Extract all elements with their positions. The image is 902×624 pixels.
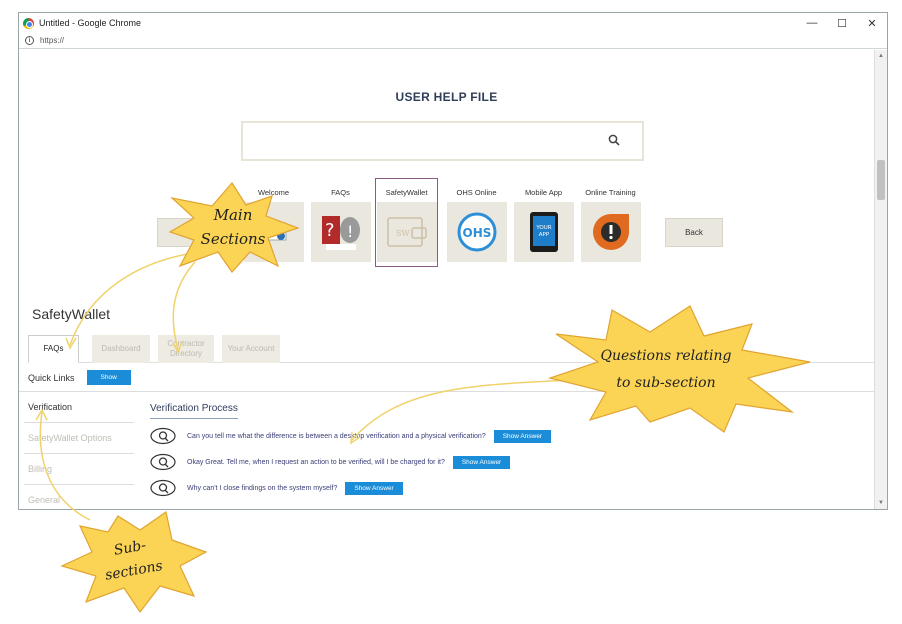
tab-faqs[interactable]: FAQs (28, 335, 79, 363)
sidebar-item-verification[interactable]: Verification (24, 392, 134, 423)
title-bar: Untitled - Google Chrome — ☐ ✕ (19, 13, 887, 33)
sidebar-item-billing[interactable]: Billing (24, 454, 134, 485)
question-bubble-icon (150, 479, 176, 497)
sidebar-item-general[interactable]: General (24, 485, 134, 509)
svg-text:YOUR: YOUR (535, 225, 551, 231)
quick-links-label: Quick Links (28, 372, 75, 383)
page-content: USER HELP FILE Back Welcome FAQs ? ! Saf… (19, 50, 874, 509)
show-answer-button[interactable]: Show Answer (452, 455, 511, 469)
nav-item-ohs-online[interactable]: OHS Online OHS (445, 184, 508, 262)
callout-text: to sub-section (616, 374, 716, 391)
svg-text:APP: APP (538, 232, 549, 238)
faq-question-text: Why can't I close findings on the system… (187, 484, 338, 492)
maximize-button[interactable]: ☐ (827, 17, 857, 30)
nav-item-label: Welcome (257, 188, 290, 197)
faq-heads-icon: ? ! (310, 202, 371, 262)
quick-links: Quick Links Show (28, 370, 131, 385)
nav-item-safetywallet[interactable]: SafetyWallet SW (375, 178, 438, 267)
tab-dashboard[interactable]: Dashboard (92, 335, 150, 363)
section-tabs: FAQs Dashboard Contractor Directory Your… (28, 335, 874, 363)
page-title: USER HELP FILE (395, 90, 498, 104)
back-button-right[interactable]: Back (665, 218, 723, 247)
callout-label-sub-sections: Sub- sections (89, 533, 175, 586)
screenshot-stage: Untitled - Google Chrome — ☐ ✕ i https:/… (0, 0, 902, 624)
svg-text:SW: SW (396, 229, 410, 238)
tab-your-account[interactable]: Your Account (222, 335, 280, 363)
window-controls: — ☐ ✕ (797, 17, 887, 30)
callout-text: Main (213, 206, 253, 224)
scroll-down-icon[interactable]: ▼ (875, 497, 887, 509)
scroll-thumb[interactable] (877, 160, 885, 200)
nav-item-label: Mobile App (524, 188, 563, 197)
mobile-app-icon: YOUR APP (513, 202, 574, 262)
question-bubble-icon (150, 453, 176, 471)
svg-text:?: ? (325, 220, 335, 241)
question-bubble-icon (150, 427, 176, 445)
svg-text:!: ! (347, 222, 353, 241)
nav-item-label: Online Training (585, 188, 636, 197)
show-answer-button[interactable]: Show Answer (345, 481, 403, 495)
chrome-logo-icon (23, 17, 34, 29)
info-icon[interactable]: i (25, 36, 34, 45)
nav-item-label: OHS Online (456, 188, 497, 197)
faq-heading: Verification Process (150, 403, 238, 419)
main-sections-nav: Back Welcome FAQs ? ! SafetyWallet SW OH… (19, 178, 874, 274)
section-heading: SafetyWallet (32, 306, 111, 322)
callout-label-questions: Questions relating to sub-section (586, 348, 746, 392)
online-training-icon (580, 202, 641, 262)
faq-question-row: Can you tell me what the difference is b… (149, 427, 552, 445)
quick-links-show-button[interactable]: Show (86, 370, 131, 385)
search-icon[interactable] (608, 134, 620, 146)
tab-contractor-directory[interactable]: Contractor Directory (158, 335, 214, 363)
url-text[interactable]: https:// (40, 36, 64, 45)
minimize-button[interactable]: — (797, 17, 827, 30)
callout-text: Questions relating (600, 348, 732, 364)
callout-label-main-sections: Main Sections (188, 206, 278, 248)
nav-item-mobile-app[interactable]: Mobile App YOUR APP (512, 184, 575, 262)
faq-question-row: Okay Great. Tell me, when I request an a… (149, 453, 511, 471)
faq-question-text: Can you tell me what the difference is b… (187, 432, 486, 440)
faq-question-row: Why can't I close findings on the system… (149, 479, 403, 497)
show-answer-button[interactable]: Show Answer (493, 429, 552, 443)
nav-item-label: SafetyWallet (385, 188, 428, 197)
nav-item-online-training[interactable]: Online Training (579, 184, 642, 262)
close-button[interactable]: ✕ (857, 17, 887, 30)
nav-item-faqs[interactable]: FAQs ? ! (309, 184, 372, 262)
window-title: Untitled - Google Chrome (39, 18, 142, 28)
sub-section-sidebar: Verification SafetyWallet Options Billin… (24, 392, 134, 509)
safetywallet-icon: SW (376, 202, 437, 262)
address-bar[interactable]: i https:// (19, 33, 887, 49)
vertical-scrollbar[interactable]: ▲ ▼ (874, 50, 887, 509)
search-input[interactable] (243, 123, 593, 159)
search-box (241, 121, 644, 161)
scroll-up-icon[interactable]: ▲ (875, 50, 887, 62)
sidebar-item-safetywallet-options[interactable]: SafetyWallet Options (24, 423, 134, 454)
callout-text: Sections (200, 230, 266, 248)
svg-text:OHS: OHS (462, 226, 491, 240)
ohs-icon: OHS (446, 202, 507, 262)
faq-question-text: Okay Great. Tell me, when I request an a… (187, 458, 445, 466)
nav-item-label: FAQs (331, 188, 350, 197)
browser-window: Untitled - Google Chrome — ☐ ✕ i https:/… (18, 12, 888, 510)
